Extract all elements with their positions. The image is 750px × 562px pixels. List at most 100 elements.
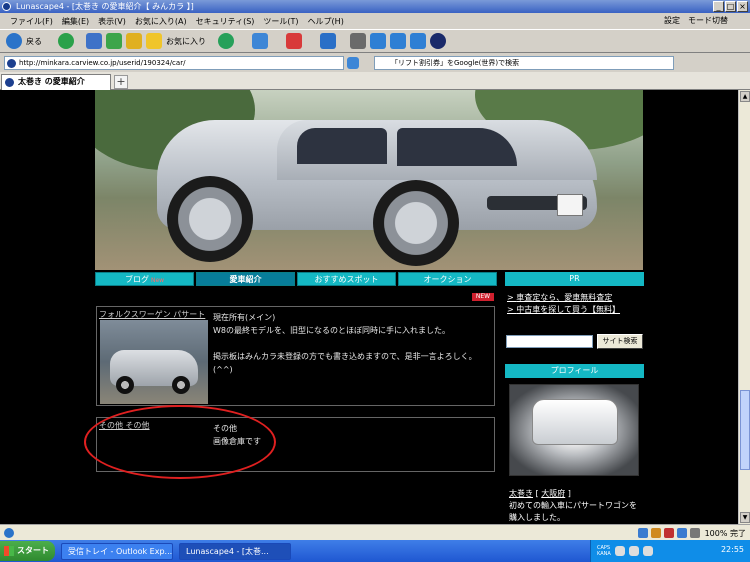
pr-link[interactable]: > 中古車を探して買う【無料】	[507, 304, 620, 316]
menu-file[interactable]: ファイル(F)	[10, 16, 53, 27]
system-tray: CAPS KANA 22:55	[590, 540, 750, 562]
stop-icon[interactable]	[86, 33, 102, 49]
car-entry: フォルクスワーゲン パサート 現在所有(メイン) W8の最終モデルを、旧型になる…	[96, 306, 495, 406]
nav-auction[interactable]: オークション	[398, 272, 497, 286]
status-icon[interactable]	[651, 528, 661, 538]
print-icon[interactable]	[350, 33, 366, 49]
vertical-scrollbar[interactable]: ▲ ▼	[738, 90, 750, 524]
new-tag: NEW	[472, 293, 494, 301]
pr-header: PR	[505, 272, 644, 286]
windows-logo-icon	[4, 546, 14, 556]
search-placeholder: 「リフト割引券」をGoogle(世界)で検索	[391, 58, 520, 67]
check-icon[interactable]	[410, 33, 426, 49]
address-bar: http://minkara.carview.co.jp/userid/1903…	[0, 53, 750, 72]
home-icon[interactable]	[126, 33, 142, 49]
status-icon[interactable]	[664, 528, 674, 538]
tab-active[interactable]: 太巻き の愛車紹介	[1, 74, 111, 90]
thumbnail-wheel	[172, 376, 190, 394]
settings-button[interactable]: 設定	[664, 15, 680, 26]
taskbar-item-lunascape[interactable]: Lunascape4 - [太巻...	[179, 542, 291, 560]
menu-favorites[interactable]: お気に入り(A)	[135, 16, 187, 27]
pr-links: > 車査定なら、愛車無料査定 > 中古車を探して買う【無料】	[507, 292, 620, 316]
scroll-up-button[interactable]: ▲	[740, 91, 750, 102]
car-status: 現在所有(メイン)	[213, 313, 276, 322]
tray-icon[interactable]	[628, 546, 639, 556]
favorites-label[interactable]: お気に入り	[166, 36, 206, 47]
nav-blog[interactable]: ブログ New	[95, 272, 194, 286]
start-button[interactable]: スタート	[0, 541, 55, 561]
back-icon[interactable]	[6, 33, 22, 49]
status-bar: 100% 完了	[0, 524, 750, 540]
license-plate	[557, 194, 583, 216]
profile-description: 初めての輸入車にパサートワゴンを購入しました。	[509, 501, 637, 522]
kana-label: KANA	[597, 551, 611, 557]
mode-switch-button[interactable]: モード切替	[688, 15, 728, 26]
profile-photo[interactable]	[509, 384, 639, 476]
pr-link-label: 車査定なら、愛車無料査定	[516, 293, 613, 302]
ime-indicator[interactable]: CAPS KANA	[597, 545, 611, 557]
nav-spots[interactable]: おすすめスポット	[297, 272, 396, 286]
front-wheel	[167, 176, 253, 262]
window-titlebar: Lunascape4 - [太巻き の愛車紹介【 みんカラ 】] _ □ ×	[0, 0, 750, 13]
profile-name-link[interactable]: 太巻き	[509, 489, 533, 498]
tray-icon[interactable]	[614, 546, 625, 556]
taskbar-item-outlook[interactable]: 受信トレイ - Outlook Exp...	[61, 542, 173, 560]
nav-blog-label: ブログ	[124, 275, 149, 284]
refresh-icon[interactable]	[106, 33, 122, 49]
menu-bar: ファイル(F) 編集(E) 表示(V) お気に入り(A) セキュリティ(S) ツ…	[0, 13, 750, 29]
close-tab-icon[interactable]	[286, 33, 302, 49]
pr-link[interactable]: > 車査定なら、愛車無料査定	[507, 292, 620, 304]
window-title: Lunascape4 - [太巻き の愛車紹介【 みんカラ 】]	[16, 2, 194, 11]
tray-icon[interactable]	[642, 546, 653, 556]
scroll-down-button[interactable]: ▼	[740, 512, 750, 523]
url-field[interactable]: http://minkara.carview.co.jp/userid/1903…	[4, 55, 344, 70]
rear-wheel	[373, 180, 459, 266]
close-button[interactable]: ×	[737, 1, 748, 12]
back-label[interactable]: 戻る	[26, 36, 42, 47]
profile-location-link[interactable]: 大阪府	[541, 489, 565, 498]
scroll-thumb[interactable]	[740, 390, 750, 470]
zoom-status[interactable]: 100% 完了	[705, 528, 746, 539]
menu-tools[interactable]: ツール(T)	[263, 16, 298, 27]
thumbnail-wheel	[116, 376, 134, 394]
status-icon[interactable]	[638, 528, 648, 538]
lunascape-app-icon	[2, 2, 11, 11]
go-icon[interactable]	[347, 56, 359, 69]
mail-icon[interactable]	[320, 33, 336, 49]
car-name-link[interactable]: フォルクスワーゲン パサート	[99, 309, 205, 320]
status-icons	[638, 528, 700, 538]
search-field[interactable]: 「リフト割引券」をGoogle(世界)で検索	[374, 55, 674, 70]
clock[interactable]: 22:55	[721, 545, 744, 554]
site-nav: ブログ New 愛車紹介 おすすめスポット オークション	[95, 272, 497, 286]
minimize-button[interactable]: _	[713, 1, 724, 12]
site-search-button[interactable]: サイト検索	[597, 334, 643, 349]
menu-edit[interactable]: 編集(E)	[62, 16, 89, 27]
new-tab-icon[interactable]	[252, 33, 268, 49]
car-thumbnail[interactable]	[100, 320, 208, 404]
car-desc-line1: W8の最終モデルを、旧型になるのとほぼ同時に手に入れました。	[213, 326, 450, 335]
page-status-icon	[4, 527, 14, 538]
menu-security[interactable]: セキュリティ(S)	[196, 16, 255, 27]
toolbar: 戻る お気に入り	[0, 29, 750, 53]
start-label: スタート	[17, 546, 49, 555]
restore-button[interactable]: □	[725, 1, 736, 12]
nav-car-intro[interactable]: 愛車紹介	[196, 272, 295, 286]
bookmark-check-icon[interactable]	[390, 33, 406, 49]
help-icon[interactable]	[430, 33, 446, 49]
page-content: ブログ New 愛車紹介 おすすめスポット オークション PR NEW フォルクス…	[0, 90, 738, 524]
menu-help[interactable]: ヘルプ(H)	[308, 16, 344, 27]
status-icon[interactable]	[677, 528, 687, 538]
status-icon[interactable]	[690, 528, 700, 538]
menu-view[interactable]: 表示(V)	[98, 16, 126, 27]
site-search-input[interactable]	[506, 335, 593, 348]
car-window	[397, 128, 517, 166]
history-icon[interactable]	[218, 33, 234, 49]
car-window	[297, 128, 387, 164]
tab-favicon-icon	[5, 78, 14, 87]
window-controls: _ □ ×	[713, 1, 748, 12]
forward-icon[interactable]	[58, 33, 74, 49]
favorites-star-icon[interactable]	[146, 33, 162, 49]
site-favicon-icon	[7, 58, 16, 68]
save-icon[interactable]	[370, 33, 386, 49]
add-tab-button[interactable]: +	[114, 75, 128, 89]
